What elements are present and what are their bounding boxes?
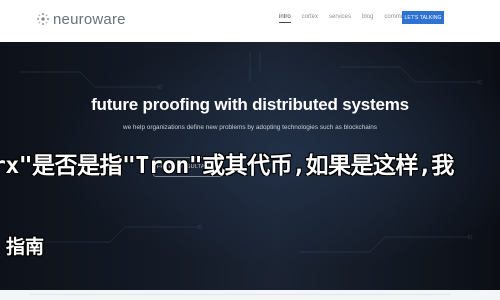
overlay-caption-line-2: 指南 [6,236,45,258]
nav-link-blog[interactable]: blog [362,14,373,20]
hero-title: future proofing with distributed systems [91,95,409,114]
footer-strip [0,290,500,300]
nav-link-intro[interactable]: intro [279,14,291,23]
overlay-caption-line-1-text: rx"是否是指"Tron"或其代币,如果是这样,我 [0,153,454,176]
logo-text: neuroware [53,10,126,28]
nav-link-services[interactable]: services [329,14,351,20]
site-header: neuroware intro cortex services blog com… [0,0,500,38]
logo-mark-icon [36,12,50,26]
lets-talk-button[interactable]: LET'S TALKING [402,11,444,24]
nav-link-cortex[interactable]: cortex [302,14,318,20]
hero-subtitle: we help organizations define new problem… [122,124,377,131]
page: neuroware intro cortex services blog com… [0,0,500,300]
overlay-caption-line-1: rx"是否是指"Tron"或其代币,如果是这样,我 [0,146,500,176]
logo[interactable]: neuroware [36,10,126,28]
divider [30,294,450,295]
